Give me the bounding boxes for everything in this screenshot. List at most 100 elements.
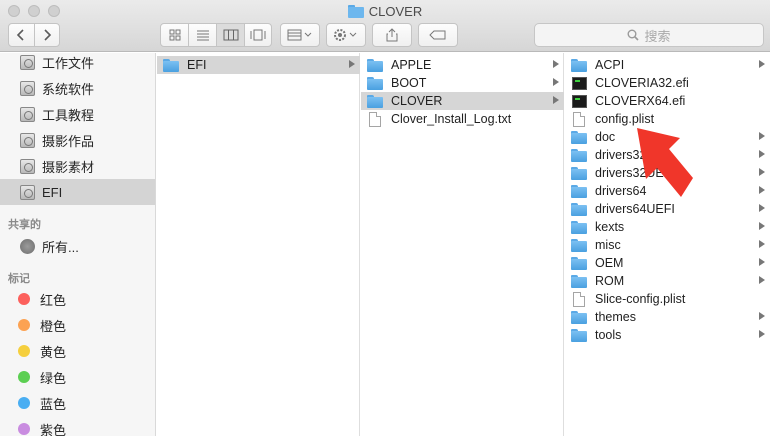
sidebar-item-label: 摄影作品 <box>42 133 95 149</box>
file-row[interactable]: config.plist <box>565 110 770 128</box>
group-button[interactable] <box>280 23 320 47</box>
file-row[interactable]: ACPI <box>565 56 770 74</box>
disclosure-arrow-icon <box>553 78 559 86</box>
sidebar-item[interactable]: 摄影作品 <box>0 127 155 153</box>
file-row[interactable]: APPLE <box>361 56 564 74</box>
search-field[interactable]: 搜索 <box>534 23 764 47</box>
search-placeholder: 搜索 <box>644 28 671 44</box>
disk-icon <box>18 79 36 97</box>
file-row[interactable]: OEM <box>565 254 770 272</box>
file-row[interactable]: drivers64 <box>565 182 770 200</box>
column-3: ACPI CLOVERIA32.efi CLOVERX64.efi config.pl… <box>565 53 770 436</box>
file-row[interactable]: kexts <box>565 218 770 236</box>
file-row[interactable]: themes <box>565 308 770 326</box>
file-row[interactable]: drivers32UEFI <box>565 164 770 182</box>
file-row[interactable]: drivers32 <box>565 146 770 164</box>
file-name: ACPI <box>595 58 625 72</box>
column-view-button[interactable] <box>217 24 245 46</box>
folder-icon <box>367 75 385 91</box>
file-row[interactable]: CLOVERIA32.efi <box>565 74 770 92</box>
action-button[interactable] <box>326 23 366 47</box>
navigation-buttons <box>8 23 60 47</box>
sidebar-item[interactable]: EFI <box>0 179 155 205</box>
disclosure-arrow-icon <box>759 168 765 176</box>
sidebar-tag[interactable]: 橙色 <box>0 312 155 338</box>
folder-icon <box>163 57 181 73</box>
file-row[interactable]: tools <box>565 326 770 344</box>
file-row[interactable]: Slice-config.plist <box>565 290 770 308</box>
disk-icon <box>18 105 36 123</box>
disclosure-arrow-icon <box>349 60 355 68</box>
sidebar-tag[interactable]: 黄色 <box>0 338 155 364</box>
sidebar-item[interactable]: 系统软件 <box>0 75 155 101</box>
file-name: misc <box>595 238 621 252</box>
sidebar-item-shared[interactable]: 所有... <box>0 233 155 259</box>
file-row[interactable]: doc <box>565 128 770 146</box>
tag-color-dot-icon <box>18 423 30 435</box>
folder-icon <box>571 183 589 199</box>
file-name: OEM <box>595 256 624 270</box>
icon-view-button[interactable] <box>161 24 189 46</box>
file-row[interactable]: CLOVER <box>361 92 564 110</box>
tag-button[interactable] <box>418 23 458 47</box>
disclosure-arrow-icon <box>759 276 765 284</box>
file-row[interactable]: ROM <box>565 272 770 290</box>
window-title-label: CLOVER <box>368 4 423 19</box>
share-button[interactable] <box>372 23 412 47</box>
file-name: BOOT <box>391 76 427 90</box>
gallery-view-icon <box>250 29 266 41</box>
disclosure-arrow-icon <box>759 258 765 266</box>
sidebar-tag[interactable]: 蓝色 <box>0 390 155 416</box>
tag-color-dot-icon <box>18 345 30 357</box>
disk-icon <box>18 183 36 201</box>
sidebar-tag[interactable]: 红色 <box>0 286 155 312</box>
tag-color-dot-icon <box>18 293 30 305</box>
view-mode-selector <box>160 23 272 47</box>
file-name: ROM <box>595 274 625 288</box>
sidebar-tag-label: 紫色 <box>40 422 67 436</box>
column-2: APPLE BOOT CLOVER Clover_Install_Log.txt <box>361 53 564 436</box>
executable-icon <box>571 75 589 91</box>
executable-icon <box>571 93 589 109</box>
sidebar-item-label: 工作文件 <box>42 55 95 71</box>
tag-color-dot-icon <box>18 397 30 409</box>
tag-color-dot-icon <box>18 371 30 383</box>
sidebar-tag-label: 黄色 <box>40 344 67 360</box>
sidebar-tag[interactable]: 绿色 <box>0 364 155 390</box>
sidebar-item[interactable]: 摄影素材 <box>0 153 155 179</box>
column-view-icon <box>223 29 238 41</box>
folder-icon <box>571 327 589 343</box>
tag-color-dot-icon <box>18 319 30 331</box>
file-row[interactable]: misc <box>565 236 770 254</box>
folder-icon <box>571 219 589 235</box>
sidebar-item[interactable]: 工具教程 <box>0 101 155 127</box>
sidebar-item-label: 工具教程 <box>42 107 95 123</box>
file-name: doc <box>595 130 616 144</box>
sidebar-item-label: EFI <box>42 184 63 200</box>
gear-icon <box>334 29 357 41</box>
file-name: kexts <box>595 220 625 234</box>
disk-icon <box>18 157 36 175</box>
file-row[interactable]: Clover_Install_Log.txt <box>361 110 564 128</box>
back-button[interactable] <box>9 24 35 46</box>
folder-icon <box>571 255 589 271</box>
sidebar: 工作文件 系统软件 工具教程 摄影作品 摄影素材 EFI 共享的 所有... 标记 红色 橙色 黄色绿… <box>0 53 156 436</box>
sidebar-section-header: 共享的 <box>8 219 41 231</box>
forward-button[interactable] <box>35 24 60 46</box>
sidebar-item[interactable]: 工作文件 <box>0 53 155 75</box>
file-name: tools <box>595 328 622 342</box>
sidebar-tag[interactable]: 紫色 <box>0 416 155 436</box>
search-icon <box>627 29 640 41</box>
file-row[interactable]: drivers64UEFI <box>565 200 770 218</box>
folder-icon <box>571 201 589 217</box>
file-row[interactable]: EFI <box>157 56 360 74</box>
network-icon <box>18 237 36 255</box>
column-1: EFI <box>157 53 360 436</box>
file-row[interactable]: CLOVERX64.efi <box>565 92 770 110</box>
list-view-button[interactable] <box>189 24 217 46</box>
folder-icon <box>571 237 589 253</box>
file-row[interactable]: BOOT <box>361 74 564 92</box>
gallery-view-button[interactable] <box>245 24 271 46</box>
file-name: drivers64 <box>595 184 647 198</box>
file-name: CLOVERIA32.efi <box>595 76 689 90</box>
